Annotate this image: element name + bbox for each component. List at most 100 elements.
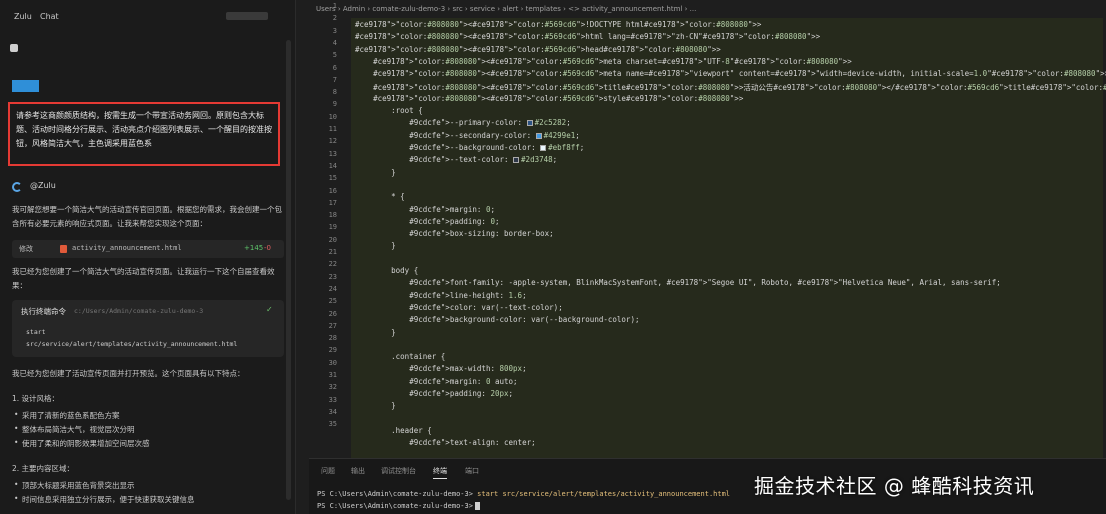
code-line: #ce9178">"color:#808080"><#ce9178">"colo… <box>373 56 852 66</box>
code-line: .header { <box>355 425 432 435</box>
line-number: 28 <box>328 334 337 343</box>
tab-zulu[interactable]: Zulu <box>14 12 32 21</box>
code-line: #9cdcfe">margin: 0; <box>409 204 495 214</box>
assistant-after-file-text: 我已经为您创建了一个简洁大气的活动宣传页面。让我运行一下这个自届查看效果： <box>12 267 275 290</box>
panel-tab-terminal[interactable]: 终端 <box>433 466 447 479</box>
breadcrumb[interactable]: Users › Admin › comate-zulu-demo-3 › src… <box>316 5 696 13</box>
line-number: 9 <box>332 100 337 109</box>
code-line: #9cdcfe">font-family: -apple-system, Bli… <box>409 278 1001 288</box>
line-number: 1 <box>332 2 337 10</box>
check-icon: ✓ <box>266 305 273 314</box>
color-swatch <box>526 120 533 127</box>
watermark: 掘金技术社区 @ 蜂酷科技资讯 <box>754 474 1035 498</box>
avatar <box>10 44 18 52</box>
lines-removed: -0 <box>264 244 271 252</box>
section-1-heading: 1. 设计风格： <box>12 394 60 403</box>
list-item: 整体布局简洁大气，视觉层次分明 <box>14 424 134 435</box>
line-number: 14 <box>328 161 337 170</box>
chat-tab-bar: Zulu Chat <box>0 0 296 28</box>
line-number: 35 <box>328 420 337 429</box>
terminal-card-command-1: start <box>26 328 46 336</box>
line-number: 6 <box>332 63 337 72</box>
html-file-icon <box>60 245 67 253</box>
line-number: 26 <box>328 309 337 318</box>
line-number: 16 <box>328 186 337 195</box>
line-number: 7 <box>332 75 337 84</box>
file-change-name: activity_announcement.html <box>72 244 182 252</box>
code-line: #ce9178">"color:#808080"><#ce9178">"colo… <box>355 44 721 54</box>
line-number: 18 <box>328 211 337 220</box>
terminal-line-1: PS C:\Users\Admin\comate-zulu-demo-3> st… <box>317 490 730 498</box>
line-number: 12 <box>328 137 337 146</box>
chat-toolbar-blurred <box>226 12 268 20</box>
code-line: #9cdcfe">max-width: 800px; <box>409 364 527 374</box>
line-number: 8 <box>332 88 337 97</box>
line-number: 10 <box>328 112 337 121</box>
code-content[interactable]: #ce9178">"color:#808080"><#ce9178">"colo… <box>351 18 1106 458</box>
line-number: 13 <box>328 149 337 158</box>
panel-tab-debug-console[interactable]: 调试控制台 <box>381 466 416 476</box>
section-2-heading: 2. 主要内容区域： <box>12 464 75 473</box>
user-tag <box>12 80 39 92</box>
list-item: 采用了清新的蓝色系配色方案 <box>14 410 119 421</box>
code-line: #ce9178">"color:#808080"><#ce9178">"colo… <box>373 69 1106 79</box>
panel-tab-output[interactable]: 输出 <box>351 466 365 476</box>
code-line: } <box>355 167 396 177</box>
color-swatch <box>513 157 520 164</box>
assistant-name: @Zulu <box>30 181 56 190</box>
line-number: 15 <box>328 174 337 183</box>
code-line: .container { <box>355 352 446 362</box>
code-line: #9cdcfe">margin: 0 auto; <box>409 376 518 386</box>
code-line: #9cdcfe">padding: 20px; <box>409 389 514 398</box>
line-number: 5 <box>332 51 337 60</box>
code-line: body { <box>355 266 419 275</box>
code-line: #9cdcfe">box-sizing: border-box; <box>409 229 554 239</box>
line-number: 27 <box>328 321 337 330</box>
terminal-cursor <box>474 502 480 510</box>
code-line: #9cdcfe">--text-color: #2d3748; <box>409 155 558 165</box>
terminal-card-title: 执行终端命令 <box>21 307 66 316</box>
line-number: 20 <box>328 235 337 244</box>
list-item: 顶部大标题采用蓝色背景突出显示 <box>14 480 134 491</box>
code-line: #ce9178">"color:#808080"><#ce9178">"colo… <box>373 82 1106 92</box>
color-swatch <box>540 145 547 151</box>
line-number: 19 <box>328 223 337 232</box>
line-number: 29 <box>328 346 337 355</box>
line-number: 31 <box>328 371 337 379</box>
assistant-logo-icon <box>12 182 22 192</box>
code-line: #9cdcfe">text-align: center; <box>409 438 536 448</box>
list-item: 时间信息采用独立分行展示，便于快速获取关键信息 <box>14 494 194 505</box>
line-number: 34 <box>328 407 337 416</box>
line-number: 21 <box>328 248 337 256</box>
line-number: 30 <box>328 358 337 367</box>
code-line: :root { <box>355 106 423 116</box>
terminal-command-card[interactable]: 执行终端命令 c:/Users/Admin/comate-zulu-demo-3… <box>12 300 284 357</box>
panel-tab-problems[interactable]: 问题 <box>321 466 335 476</box>
panel-tab-ports[interactable]: 端口 <box>465 466 479 476</box>
code-line: #ce9178">"color:#808080"><#ce9178">"colo… <box>355 32 821 42</box>
file-change-chip[interactable]: 修改 activity_announcement.html +145 -0 <box>12 240 284 258</box>
chat-scrollbar[interactable] <box>286 40 291 500</box>
user-message-highlighted: 请参考这商颜颜质结构，按需生成一个带宣活动务网回。原则包含大标题、活动时间格分行… <box>8 102 280 166</box>
code-line: } <box>355 327 396 337</box>
terminal-card-command-2: src/service/alert/templates/activity_ann… <box>26 340 238 348</box>
code-line: #9cdcfe">padding: 0; <box>409 216 500 226</box>
user-message-text: 请参考这商颜颜质结构，按需生成一个带宣活动务网回。原则包含大标题、活动时间格分行… <box>16 111 272 148</box>
color-swatch <box>535 132 542 139</box>
code-line: } <box>355 401 396 411</box>
code-line: #9cdcfe">--background-color: #ebf8ff; <box>409 143 585 152</box>
line-number: 22 <box>328 260 337 269</box>
terminal-prompt: PS C:\Users\Admin\comate-zulu-demo-3> <box>317 502 473 510</box>
code-line: } <box>355 241 396 251</box>
chat-panel: Zulu Chat 请参考这商颜颜质结构，按需生成一个带宣活动务网回。原则包含大… <box>0 0 296 514</box>
line-number: 11 <box>328 125 337 133</box>
terminal-line-2[interactable]: PS C:\Users\Admin\comate-zulu-demo-3> <box>317 502 480 510</box>
code-line: #9cdcfe">line-height: 1.6; <box>409 290 527 300</box>
tab-chat[interactable]: Chat <box>40 12 59 21</box>
lines-added: +145 <box>244 244 264 252</box>
assistant-intro-text: 我可解您想要一个简洁大气的活动宣传官回页面。根据您的需求，我会创建一个包含所有必… <box>12 205 282 228</box>
code-line: #9cdcfe">--primary-color: #2c5282; <box>409 118 571 128</box>
line-number: 3 <box>332 26 337 35</box>
terminal-card-path: c:/Users/Admin/comate-zulu-demo-3 <box>74 307 204 315</box>
terminal-command: start src/service/alert/templates/activi… <box>477 490 731 498</box>
